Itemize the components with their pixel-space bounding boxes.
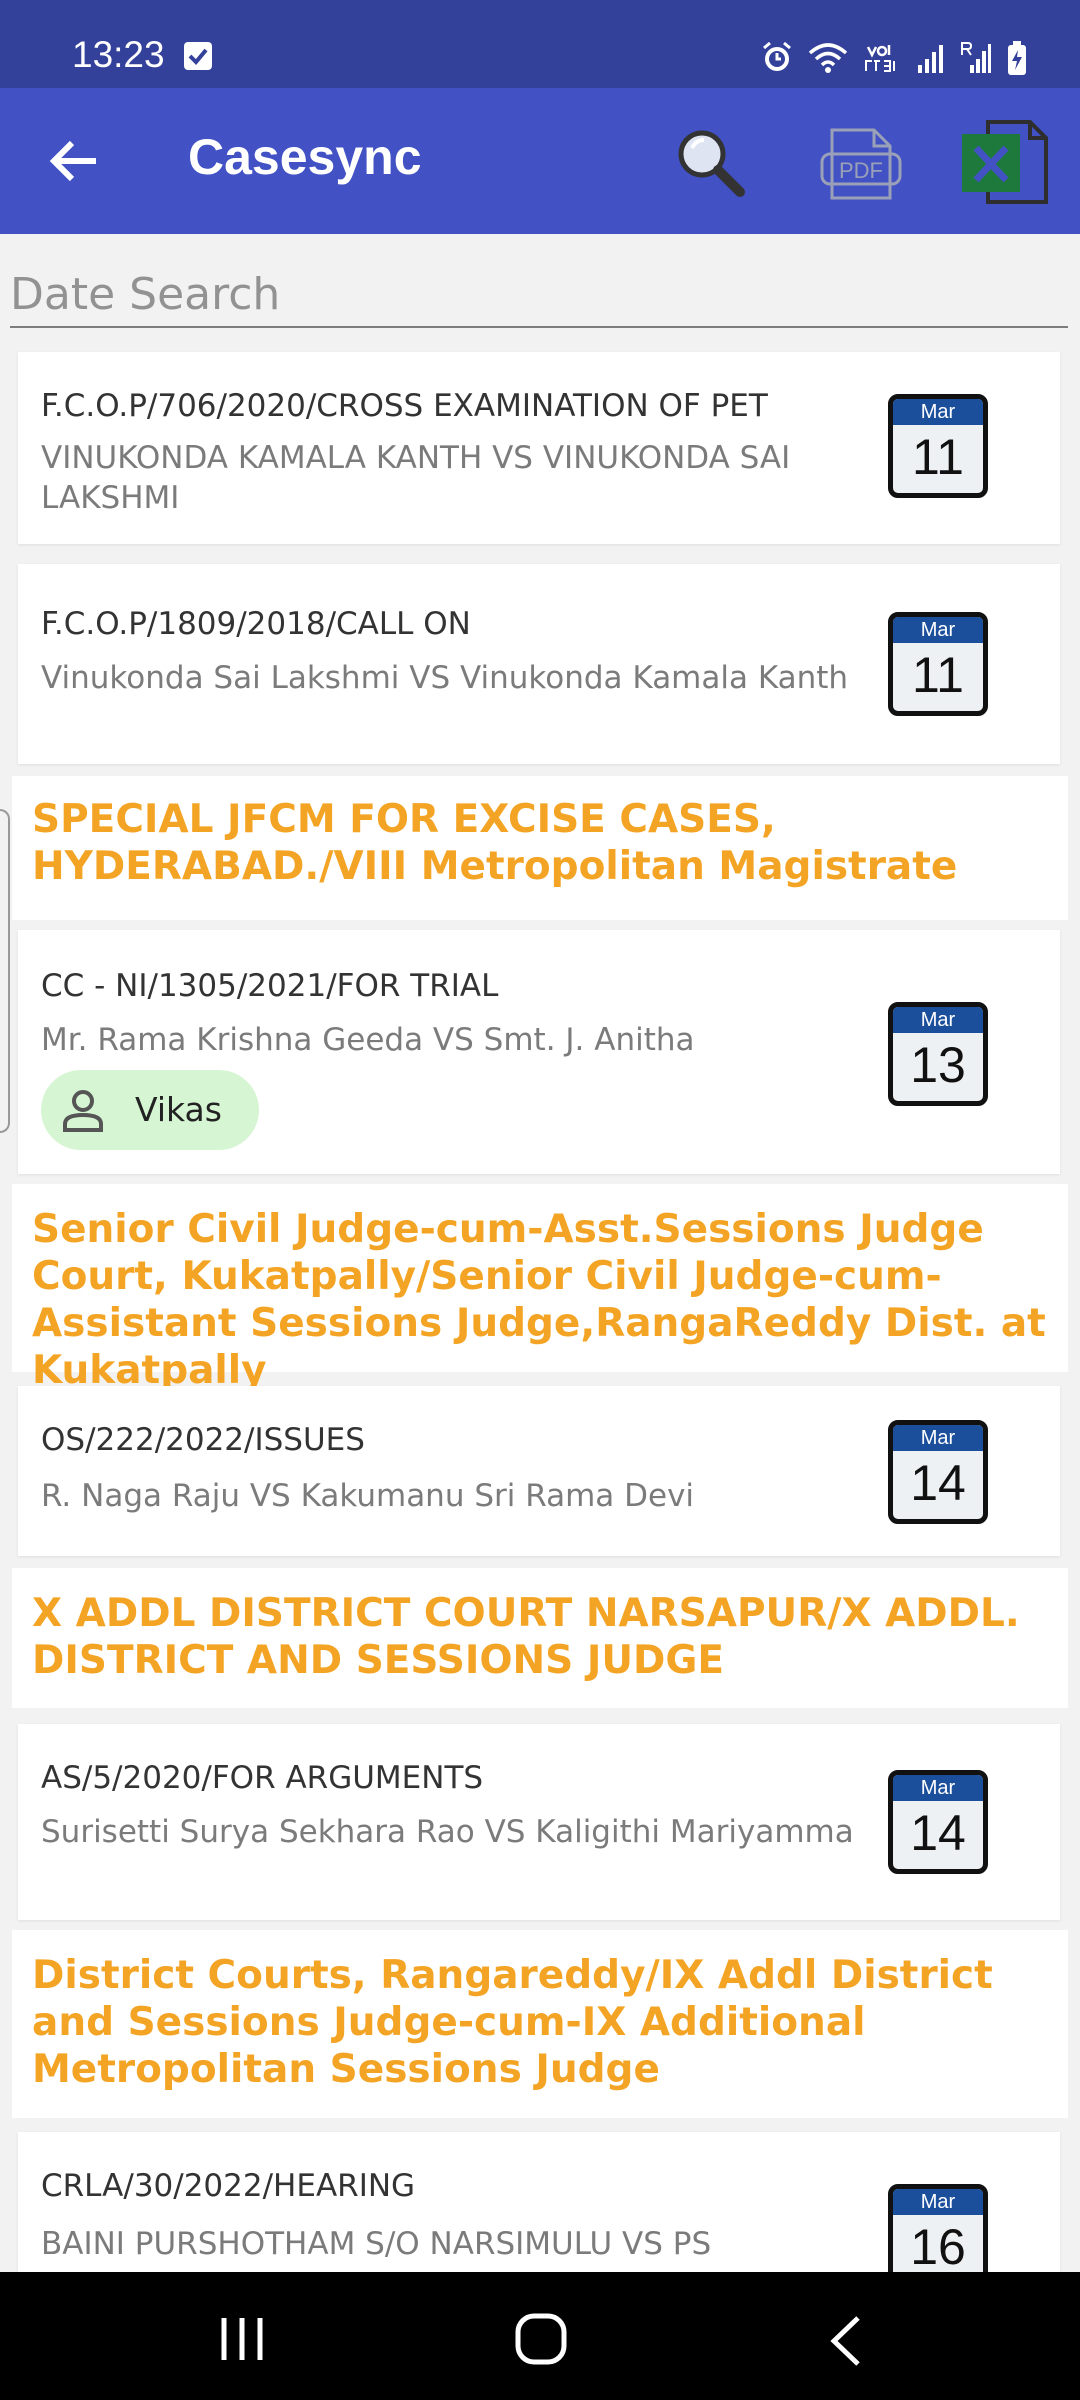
case-parties: Surisetti Surya Sekhara Rao VS Kaligithi… <box>41 1814 854 1850</box>
checkbox-notification-icon <box>184 42 212 70</box>
assignee-name: Vikas <box>135 1090 222 1129</box>
calendar-icon: Mar 13 <box>888 1002 988 1106</box>
signal-icon <box>918 45 943 73</box>
calendar-icon: Mar 16 <box>888 2184 988 2272</box>
person-icon <box>63 1090 103 1132</box>
calendar-month: Mar <box>893 617 983 643</box>
date-search-input[interactable] <box>10 262 1068 328</box>
battery-charging-icon <box>1008 41 1026 75</box>
app-bar: Casesync PDF <box>0 88 1080 234</box>
court-name: X ADDL DISTRICT COURT NARSAPUR/X ADDL. D… <box>32 1591 1020 1683</box>
case-parties: VINUKONDA KAMALA KANTH VS VINUKONDA SAI … <box>41 440 791 516</box>
excel-export-button[interactable] <box>958 118 1050 206</box>
calendar-month: Mar <box>893 399 983 425</box>
calendar-day: 14 <box>910 1805 966 1861</box>
calendar-month: Mar <box>893 2189 983 2215</box>
calendar-month: Mar <box>893 1425 983 1451</box>
calendar-icon: Mar 11 <box>888 394 988 498</box>
system-back-button[interactable] <box>826 2314 866 2372</box>
recents-icon <box>221 2318 263 2360</box>
calendar-icon: Mar 14 <box>888 1770 988 1874</box>
status-bar: 13:23 <box>0 0 1080 88</box>
home-button[interactable] <box>514 2312 568 2370</box>
calendar-day: 14 <box>910 1455 966 1511</box>
case-list[interactable]: F.C.O.P/706/2020/CROSS EXAMINATION OF PE… <box>0 234 1080 2272</box>
calendar-day: 11 <box>912 647 964 703</box>
case-number: CRLA/30/2022/HEARING <box>41 2168 416 2204</box>
scroll-edge <box>0 809 10 1133</box>
court-header: X ADDL DISTRICT COURT NARSAPUR/X ADDL. D… <box>12 1568 1068 1708</box>
home-icon <box>515 2313 567 2365</box>
court-header: SPECIAL JFCM FOR EXCISE CASES, HYDERABAD… <box>12 776 1068 920</box>
calendar-day: 11 <box>912 429 964 485</box>
arrow-left-icon <box>49 140 96 182</box>
recents-button[interactable] <box>218 2316 266 2366</box>
court-header: Senior Civil Judge-cum-Asst.Sessions Jud… <box>12 1184 1068 1393</box>
case-card[interactable]: CRLA/30/2022/HEARING BAINI PURSHOTHAM S/… <box>18 2132 1060 2272</box>
app-title: Casesync <box>188 129 422 185</box>
case-parties: Mr. Rama Krishna Geeda VS Smt. J. Anitha <box>41 1022 695 1058</box>
case-card[interactable]: F.C.O.P/706/2020/CROSS EXAMINATION OF PE… <box>18 352 1060 544</box>
signal-roaming-icon <box>961 42 991 73</box>
calendar-month: Mar <box>893 1775 983 1801</box>
search-button[interactable] <box>672 124 748 200</box>
chevron-left-icon <box>830 2316 860 2366</box>
calendar-month: Mar <box>893 1007 983 1033</box>
back-button[interactable] <box>40 126 110 196</box>
case-parties: Vinukonda Sai Lakshmi VS Vinukonda Kamal… <box>41 660 849 696</box>
case-card[interactable]: CC - NI/1305/2021/FOR TRIAL Mr. Rama Kri… <box>18 930 1060 1174</box>
wifi-icon <box>808 43 848 73</box>
volte-icon <box>865 45 895 72</box>
court-name: SPECIAL JFCM FOR EXCISE CASES, HYDERABAD… <box>32 797 958 889</box>
case-number: OS/222/2022/ISSUES <box>41 1422 365 1458</box>
calendar-icon: Mar 14 <box>888 1420 988 1524</box>
court-header: District Courts, Rangareddy/IX Addl Dist… <box>12 1930 1068 2118</box>
case-number: CC - NI/1305/2021/FOR TRIAL <box>41 968 499 1004</box>
case-number: AS/5/2020/FOR ARGUMENTS <box>41 1760 484 1796</box>
status-icons <box>760 40 1028 76</box>
status-time: 13:23 <box>72 34 165 75</box>
alarm-icon <box>763 41 791 71</box>
excel-icon <box>962 120 1048 204</box>
case-parties: BAINI PURSHOTHAM S/O NARSIMULU VS PS <box>41 2226 712 2262</box>
navigation-bar <box>0 2272 1080 2400</box>
court-name: District Courts, Rangareddy/IX Addl Dist… <box>32 1953 993 2092</box>
case-number: F.C.O.P/706/2020/CROSS EXAMINATION OF PE… <box>41 388 768 424</box>
pdf-export-button[interactable]: PDF <box>818 126 904 202</box>
svg-text:PDF: PDF <box>839 158 883 183</box>
court-name: Senior Civil Judge-cum-Asst.Sessions Jud… <box>32 1207 1046 1393</box>
pdf-icon: PDF <box>820 128 902 200</box>
case-card[interactable]: F.C.O.P/1809/2018/CALL ON Vinukonda Sai … <box>18 564 1060 764</box>
case-number: F.C.O.P/1809/2018/CALL ON <box>41 606 471 642</box>
case-card[interactable]: OS/222/2022/ISSUES R. Naga Raju VS Kakum… <box>18 1386 1060 1556</box>
case-parties: R. Naga Raju VS Kakumanu Sri Rama Devi <box>41 1478 695 1514</box>
calendar-day: 13 <box>910 1037 966 1093</box>
case-card[interactable]: AS/5/2020/FOR ARGUMENTS Surisetti Surya … <box>18 1724 1060 1920</box>
assignee-chip[interactable]: Vikas <box>41 1070 259 1150</box>
search-icon <box>678 130 745 197</box>
calendar-icon: Mar 11 <box>888 612 988 716</box>
calendar-day: 16 <box>910 2219 966 2272</box>
